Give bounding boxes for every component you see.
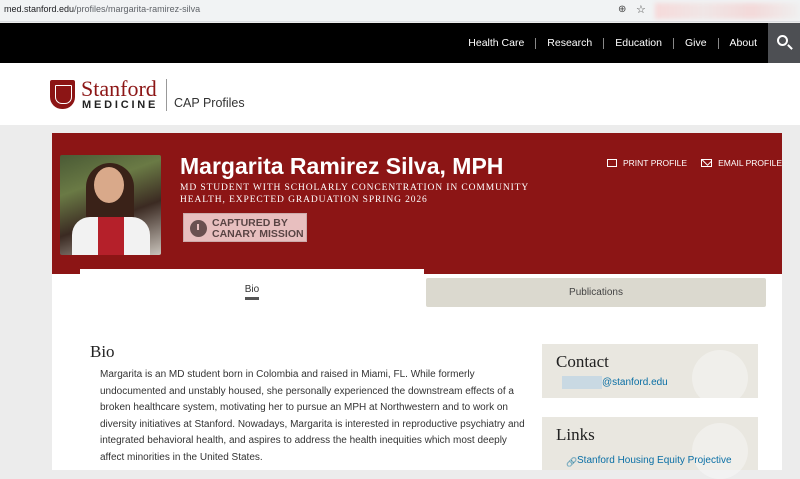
link-icon: 🔗 [566,457,578,467]
stanford-shield-logo[interactable] [50,80,75,109]
bio-text: Margarita is an MD student born in Colom… [100,369,525,463]
browser-address-bar[interactable]: med.stanford.edu/profiles/margarita-rami… [0,0,800,22]
nav-health-care[interactable]: Health Care [457,37,535,49]
contact-box: Contact @stanford.edu [542,344,758,406]
bio-heading: Bio [90,342,115,361]
tab-publications-label: Publications [569,287,623,298]
search-icon [777,35,788,46]
brand-subwordmark[interactable]: MEDICINE [82,99,158,111]
top-nav-links: Health Care Research Education Give Abou… [457,23,768,63]
brand-header: Stanford MEDICINE CAP Profiles [0,63,800,125]
envelope-icon [701,159,713,167]
url-text[interactable]: med.stanford.edu/profiles/margarita-rami… [4,4,200,14]
profile-actions: PRINT PROFILE EMAIL PROFILE [593,158,782,168]
link-housing-equity[interactable]: Stanford Housing Equity Projective [577,455,732,466]
nav-education[interactable]: Education [603,37,673,49]
clock-icon [190,220,207,237]
profile-banner: Margarita Ramirez Silva, MPH MD Student … [52,133,782,274]
watermark-graphic [692,350,748,406]
tab-bio[interactable]: Bio [80,269,424,307]
links-heading: Links [556,425,595,444]
photo-face [94,167,124,203]
contact-heading: Contact [556,352,609,371]
profile-name: Margarita Ramirez Silva, MPH [180,153,504,179]
profile-tabs: Bio Publications [80,269,766,307]
search-button[interactable] [768,23,800,63]
zoom-icon[interactable]: ⊕ [618,4,626,15]
email-profile-label: EMAIL PROFILE [718,158,782,168]
blurred-extensions [655,3,800,19]
tab-bio-label: Bio [244,284,260,295]
badge-text: Captured by Canary Mission [212,217,304,240]
search-icon-handle [787,44,793,50]
active-tab-indicator [245,297,259,300]
profile-content-card: Bio Publications Bio Margarita is an MD … [52,269,782,479]
nav-give[interactable]: Give [672,37,718,49]
url-host: med.stanford.edu [4,4,75,14]
profile-photo [60,155,161,255]
brand-divider [166,79,167,111]
section-title[interactable]: CAP Profiles [174,96,245,110]
brand-wordmark[interactable]: Stanford [81,78,157,100]
print-profile-button[interactable]: PRINT PROFILE [593,158,687,168]
nav-about[interactable]: About [717,37,768,49]
url-path: /profiles/margarita-ramirez-silva [74,4,201,14]
tab-publications[interactable]: Publications [426,278,766,307]
profile-title: MD Student with Scholarly Concentration … [180,183,529,205]
printer-icon [606,159,617,167]
nav-research[interactable]: Research [535,37,603,49]
redacted-email-user [562,376,602,389]
captured-badge: Captured by Canary Mission [183,213,307,242]
contact-email-link[interactable]: @stanford.edu [602,377,668,388]
bookmark-star-icon[interactable]: ☆ [636,3,646,16]
print-profile-label: PRINT PROFILE [622,158,688,168]
email-profile-button[interactable]: EMAIL PROFILE [687,158,782,168]
links-box: Links 🔗 Stanford Housing Equity Projecti… [542,417,758,479]
photo-top [98,217,124,255]
top-navigation: Health Care Research Education Give Abou… [0,23,800,63]
watermark-graphic [692,423,748,479]
